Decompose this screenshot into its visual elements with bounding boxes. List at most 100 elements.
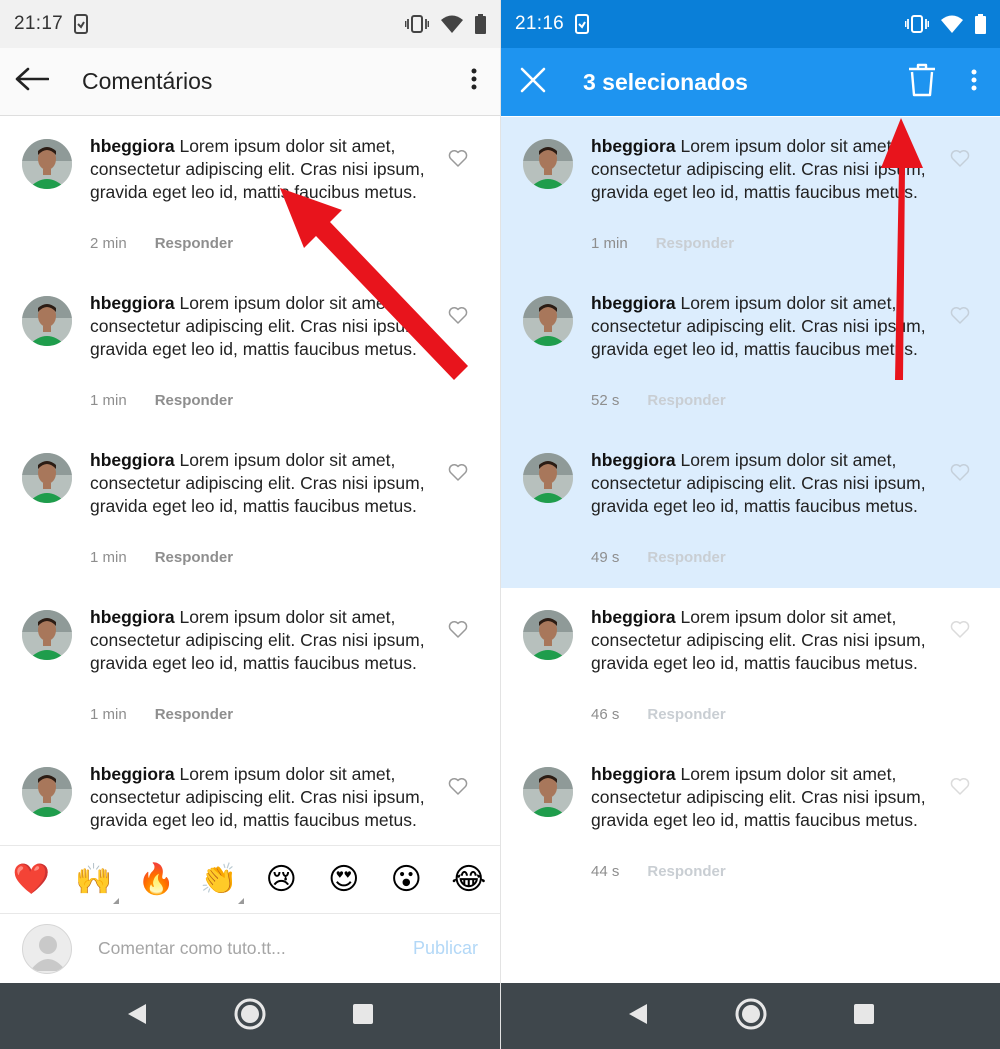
emoji-button[interactable]: 🔥 — [125, 860, 188, 900]
like-button[interactable] — [950, 777, 972, 799]
like-button[interactable] — [448, 463, 470, 485]
reply-button[interactable]: Responder — [155, 392, 233, 409]
emoji-button[interactable]: ❤️ — [0, 860, 63, 900]
comments-screen: 21:17 Comentários hbeggiora Lorem ipsum … — [0, 0, 500, 1049]
comment-username[interactable]: hbeggiora — [90, 764, 175, 784]
comment-time: 2 min — [90, 235, 127, 252]
user-avatar — [22, 296, 72, 346]
comment-composer: Publicar — [0, 913, 500, 983]
reply-button[interactable]: Responder — [155, 235, 233, 252]
like-button[interactable] — [950, 306, 972, 328]
comment-username[interactable]: hbeggiora — [591, 764, 676, 784]
emoji-button[interactable]: 😍 — [313, 860, 376, 900]
vibrate-icon — [405, 15, 429, 33]
like-button[interactable] — [448, 149, 470, 171]
comment-item[interactable]: hbeggiora Lorem ipsum dolor sit amet, co… — [0, 431, 500, 588]
wifi-icon — [941, 15, 963, 33]
comment-username[interactable]: hbeggiora — [90, 293, 175, 313]
heart-icon — [950, 621, 970, 642]
nav-home-button[interactable] — [721, 986, 781, 1046]
status-bar: 21:17 — [0, 0, 500, 48]
heart-icon — [448, 307, 468, 328]
like-button[interactable] — [448, 306, 470, 328]
nav-recents-button[interactable] — [834, 986, 894, 1046]
trash-icon — [907, 63, 937, 102]
like-button[interactable] — [448, 620, 470, 642]
nav-back-button[interactable] — [107, 986, 167, 1046]
nav-home-icon — [233, 997, 267, 1036]
emoji-button[interactable]: 😂 — [438, 860, 501, 900]
comment-item[interactable]: hbeggiora Lorem ipsum dolor sit amet, co… — [0, 274, 500, 431]
comment-username[interactable]: hbeggiora — [591, 293, 676, 313]
user-avatar — [22, 610, 72, 660]
comment-list: hbeggiora Lorem ipsum dolor sit amet, co… — [0, 117, 500, 902]
heart-icon — [448, 778, 468, 799]
heart-icon — [950, 464, 970, 485]
battery-icon — [975, 14, 986, 34]
reply-button[interactable]: Responder — [155, 706, 233, 723]
comment-username[interactable]: hbeggiora — [591, 607, 676, 627]
like-button[interactable] — [950, 149, 972, 171]
my-avatar — [22, 923, 72, 974]
nav-back-icon — [126, 1003, 148, 1030]
comment-time: 44 s — [591, 863, 620, 880]
reply-button[interactable]: Responder — [647, 392, 725, 409]
comment-username[interactable]: hbeggiora — [90, 136, 175, 156]
comment-item[interactable]: hbeggiora Lorem ipsum dolor sit amet, co… — [501, 274, 1000, 431]
reply-button[interactable]: Responder — [155, 549, 233, 566]
like-button[interactable] — [950, 463, 972, 485]
heart-icon — [448, 150, 468, 171]
user-avatar — [523, 610, 573, 660]
system-nav-bar — [0, 983, 500, 1049]
app-bar: Comentários — [0, 48, 500, 116]
comment-time: 1 min — [90, 706, 127, 723]
reply-button[interactable]: Responder — [647, 863, 725, 880]
nav-home-button[interactable] — [220, 986, 280, 1046]
more-options-button[interactable] — [948, 48, 1000, 116]
reply-button[interactable]: Responder — [647, 706, 725, 723]
comment-item[interactable]: hbeggiora Lorem ipsum dolor sit amet, co… — [501, 117, 1000, 274]
close-icon — [520, 67, 546, 98]
selection-app-bar: 3 selecionados — [501, 48, 1000, 116]
emoji-button[interactable]: 👏 — [188, 860, 251, 904]
reply-button[interactable]: Responder — [656, 235, 734, 252]
comment-list: hbeggiora Lorem ipsum dolor sit amet, co… — [501, 117, 1000, 902]
emoji-button[interactable]: 😢 — [250, 860, 313, 900]
delete-button[interactable] — [896, 48, 948, 116]
skin-tone-indicator — [238, 897, 244, 904]
nav-recents-button[interactable] — [333, 986, 393, 1046]
reply-button[interactable]: Responder — [647, 549, 725, 566]
comment-item[interactable]: hbeggiora Lorem ipsum dolor sit amet, co… — [501, 745, 1000, 902]
phone-link-icon — [574, 14, 590, 34]
comment-item[interactable]: hbeggiora Lorem ipsum dolor sit amet, co… — [501, 431, 1000, 588]
close-selection-button[interactable] — [501, 48, 565, 116]
skin-tone-indicator — [113, 897, 119, 904]
comment-time: 1 min — [591, 235, 628, 252]
publish-button[interactable]: Publicar — [413, 938, 478, 959]
user-avatar — [22, 453, 72, 503]
nav-back-icon — [627, 1003, 649, 1030]
comment-username[interactable]: hbeggiora — [591, 136, 676, 156]
comment-item[interactable]: hbeggiora Lorem ipsum dolor sit amet, co… — [0, 117, 500, 274]
wifi-icon — [441, 15, 463, 33]
emoji-button[interactable]: 🙌 — [63, 860, 126, 904]
user-avatar — [523, 139, 573, 189]
like-button[interactable] — [950, 620, 972, 642]
heart-icon — [950, 307, 970, 328]
comment-username[interactable]: hbeggiora — [591, 450, 676, 470]
comment-username[interactable]: hbeggiora — [90, 450, 175, 470]
comment-item[interactable]: hbeggiora Lorem ipsum dolor sit amet, co… — [501, 588, 1000, 745]
emoji-button[interactable]: 😮 — [375, 860, 438, 900]
nav-back-button[interactable] — [608, 986, 668, 1046]
comment-username[interactable]: hbeggiora — [90, 607, 175, 627]
back-arrow-icon — [15, 67, 50, 96]
back-button[interactable] — [0, 48, 64, 116]
more-options-button[interactable] — [448, 48, 500, 116]
comment-item[interactable]: hbeggiora Lorem ipsum dolor sit amet, co… — [0, 588, 500, 745]
comment-time: 46 s — [591, 706, 620, 723]
comment-input[interactable] — [98, 938, 358, 959]
comment-time: 1 min — [90, 392, 127, 409]
system-nav-bar — [501, 983, 1000, 1049]
like-button[interactable] — [448, 777, 470, 799]
emoji-quick-bar: ❤️ 🙌 🔥 👏 😢 😍 😮 😂 — [0, 845, 500, 913]
